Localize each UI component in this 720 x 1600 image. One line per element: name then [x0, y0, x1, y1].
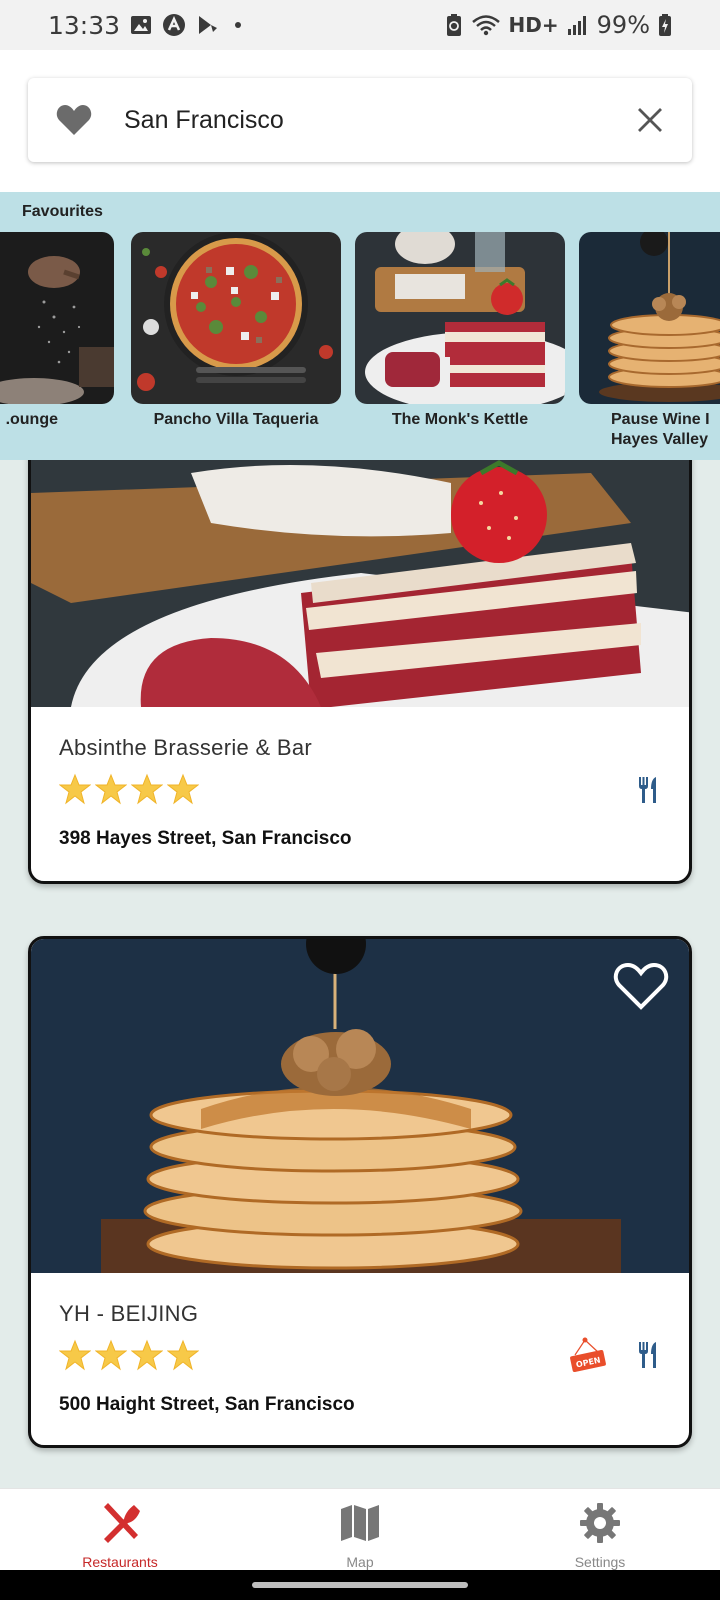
star-icon	[130, 773, 164, 810]
nav-label-restaurants: Restaurants	[82, 1554, 158, 1570]
open-sign-icon: OPEN	[569, 1335, 609, 1380]
battery-charging-icon	[658, 13, 672, 37]
status-time: 13:33	[48, 10, 121, 40]
favourite-label: .ounge	[5, 411, 58, 428]
image-icon	[130, 14, 152, 36]
restaurant-info: YH - BEIJING 500 Haight Street, San Fran…	[31, 1273, 689, 1445]
restaurant-address: 398 Hayes Street, San Francisco	[59, 828, 352, 849]
favourite-heart-icon[interactable]	[28, 104, 120, 136]
fork-knife-cross-icon	[98, 1501, 142, 1550]
status-bar: 13:33 HD+ 99%	[0, 0, 720, 50]
gesture-bar	[0, 1570, 720, 1600]
star-icon	[166, 1339, 200, 1376]
favourite-label-line1: Pause Wine I	[611, 411, 710, 428]
favourite-image	[131, 232, 341, 404]
restaurant-image	[31, 460, 689, 707]
nav-label-map: Map	[346, 1554, 374, 1570]
restaurant-card[interactable]: Absinthe Brasserie & Bar 398 Hayes Stree…	[28, 460, 692, 884]
nav-tab-restaurants[interactable]: Restaurants	[0, 1489, 240, 1570]
restaurant-card[interactable]: YH - BEIJING 500 Haight Street, San Fran…	[28, 936, 692, 1448]
star-icon	[94, 1339, 128, 1376]
restaurant-icons	[637, 775, 661, 810]
restaurant-image	[31, 939, 689, 1273]
star-icon	[166, 773, 200, 810]
restaurant-info: Absinthe Brasserie & Bar 398 Hayes Stree…	[31, 707, 689, 881]
fork-knife-icon	[637, 1340, 661, 1375]
nav-label-settings: Settings	[574, 1554, 626, 1570]
search-box[interactable]: San Francisco	[28, 78, 692, 162]
search-area: San Francisco	[0, 50, 720, 192]
favourite-label: Pause Wine I Hayes Valley	[579, 410, 720, 450]
network-type-label: HD+	[508, 13, 559, 37]
battery-percent: 99%	[596, 11, 650, 39]
restaurant-icons: OPEN	[569, 1335, 661, 1380]
restaurant-name: Absinthe Brasserie & Bar	[59, 735, 312, 760]
star-icon	[58, 773, 92, 810]
favourite-image	[579, 232, 720, 404]
favourite-item[interactable]: Pause Wine I Hayes Valley	[579, 232, 720, 450]
favourite-label-line2: Hayes Valley	[611, 431, 708, 448]
restaurant-list[interactable]: Absinthe Brasserie & Bar 398 Hayes Stree…	[0, 460, 720, 1488]
signal-icon	[567, 14, 589, 36]
home-gesture-handle[interactable]	[252, 1582, 468, 1588]
favourites-title: Favourites	[22, 203, 103, 220]
fork-knife-icon	[637, 775, 661, 810]
app-notification-icon	[162, 13, 186, 37]
restaurant-name: YH - BEIJING	[59, 1301, 199, 1326]
gear-icon	[578, 1501, 622, 1550]
favourite-image	[355, 232, 565, 404]
star-icon	[58, 1339, 92, 1376]
restaurant-address: 500 Haight Street, San Francisco	[59, 1394, 355, 1415]
star-icon	[94, 773, 128, 810]
search-input[interactable]: San Francisco	[120, 106, 608, 135]
nav-tab-settings[interactable]: Settings	[480, 1489, 720, 1570]
play-store-icon	[196, 14, 220, 36]
rating-stars	[58, 773, 661, 810]
favourite-label: The Monk's Kettle	[391, 411, 529, 428]
battery-saver-icon	[445, 13, 463, 37]
favourite-item[interactable]: The Monk's Kettle	[355, 232, 565, 430]
favourite-toggle-heart-icon[interactable]	[613, 961, 669, 1016]
clear-search-icon[interactable]	[608, 107, 692, 133]
star-icon	[130, 1339, 164, 1376]
favourites-section: Favourites .ounge Pancho Villa Taqueria …	[0, 192, 720, 460]
favourite-item[interactable]: Pancho Villa Taqueria	[131, 232, 341, 430]
nav-tab-map[interactable]: Map	[240, 1489, 480, 1570]
map-icon	[338, 1501, 382, 1550]
favourite-image	[0, 232, 114, 404]
favourite-label: Pancho Villa Taqueria	[153, 411, 319, 428]
more-dot-icon	[230, 17, 246, 33]
favourite-item[interactable]: .ounge	[0, 232, 114, 430]
wifi-icon	[471, 13, 501, 37]
bottom-navigation: Restaurants Map Settings	[0, 1488, 720, 1570]
